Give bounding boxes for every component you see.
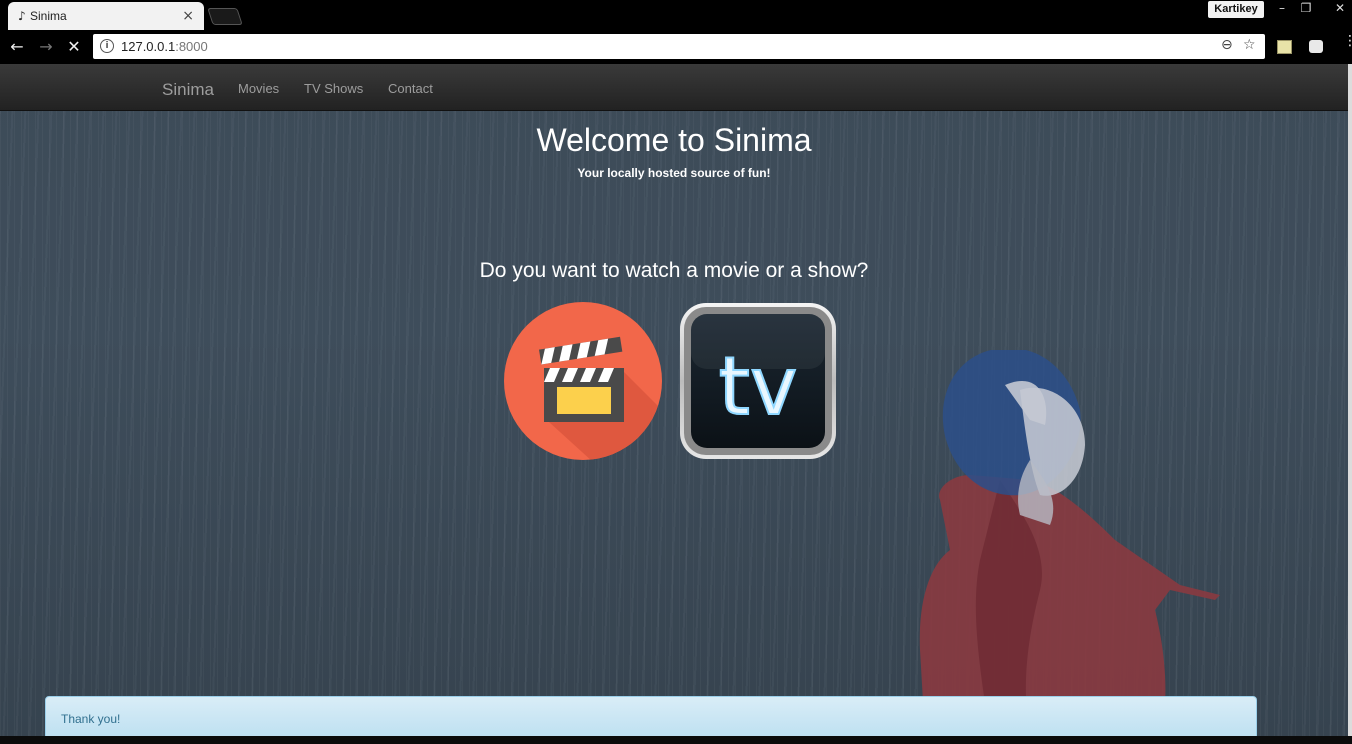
alert-text: Thank you! (61, 712, 121, 726)
url-text[interactable]: 127.0.0.1:8000 (121, 39, 208, 54)
url-host: 127.0.0.1 (121, 39, 176, 54)
nav-link-tv-shows[interactable]: TV Shows (304, 81, 363, 96)
info-icon[interactable]: i (100, 39, 114, 53)
tv-show-choice-button[interactable]: tv (679, 302, 837, 460)
browser-tab[interactable]: ♪ Sinima × (8, 2, 204, 30)
page-viewport: Sinima Movies TV Shows Contact Welcome t… (0, 64, 1352, 736)
minimize-icon[interactable]: – (1270, 0, 1294, 18)
os-taskbar (0, 736, 1352, 744)
tv-icon-text: tv (719, 340, 798, 433)
profile-button[interactable]: Kartikey (1208, 1, 1264, 18)
page-scrollbar[interactable] (1348, 64, 1352, 736)
brand-link[interactable]: Sinima (162, 80, 214, 100)
browser-toolbar: ← → ✕ i 127.0.0.1:8000 ⊖ ☆ (0, 30, 1352, 64)
movie-choice-button[interactable] (504, 302, 662, 460)
nav-link-movies[interactable]: Movies (238, 81, 279, 96)
tab-title: Sinima (30, 9, 67, 23)
music-note-icon: ♪ (18, 9, 26, 23)
choice-question: Do you want to watch a movie or a show? (479, 259, 869, 282)
browser-menu-icon[interactable]: ⋮ (1343, 34, 1352, 48)
browser-title-bar: ♪ Sinima × Kartikey – ❐ ✕ (0, 0, 1352, 30)
window-close-icon[interactable]: ✕ (1328, 0, 1352, 18)
page-subtitle: Your locally hosted source of fun! (577, 166, 771, 180)
zoom-icon[interactable]: ⊖ (1221, 37, 1233, 53)
address-bar[interactable]: i 127.0.0.1:8000 ⊖ ☆ (93, 34, 1265, 59)
character-illustration (919, 350, 1220, 736)
tab-close-icon[interactable]: × (182, 8, 194, 24)
stop-loading-icon[interactable]: ✕ (63, 36, 85, 58)
nav-link-contact[interactable]: Contact (388, 81, 433, 96)
restore-icon[interactable]: ❐ (1294, 0, 1318, 18)
back-arrow-icon[interactable]: ← (6, 36, 28, 58)
forward-arrow-icon[interactable]: → (35, 36, 57, 58)
new-tab-button[interactable] (207, 8, 243, 25)
extension-notes-icon[interactable] (1277, 40, 1292, 54)
thank-you-alert: Thank you! (45, 696, 1257, 736)
bookmark-star-icon[interactable]: ☆ (1243, 37, 1256, 53)
clapperboard-icon (539, 336, 624, 422)
site-navbar: Sinima Movies TV Shows Contact (0, 64, 1348, 111)
url-port: :8000 (175, 39, 208, 54)
page-title: Welcome to Sinima (536, 122, 812, 158)
extension-icon[interactable] (1309, 40, 1323, 53)
